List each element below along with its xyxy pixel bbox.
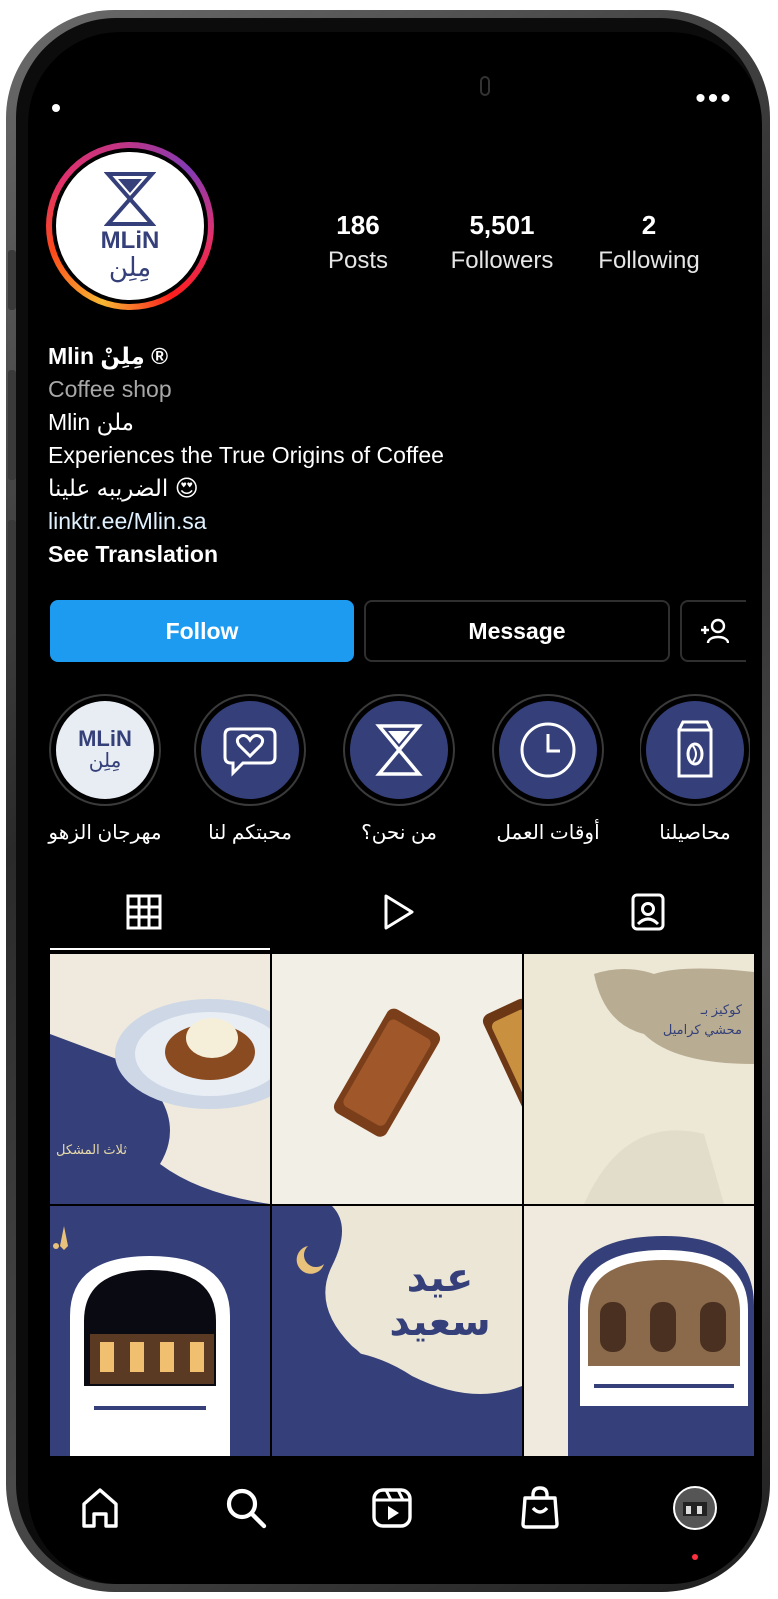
clock-icon bbox=[520, 722, 576, 778]
post-image bbox=[568, 1236, 754, 1456]
message-button[interactable]: Message bbox=[364, 600, 670, 662]
more-options-icon[interactable]: ••• bbox=[694, 84, 734, 124]
registered-badge-icon: ® bbox=[151, 343, 169, 369]
grid-post[interactable] bbox=[524, 1206, 754, 1456]
avatar-brand-en: MLiN bbox=[100, 227, 160, 254]
shopping-bag-icon bbox=[521, 1486, 559, 1529]
profile-link[interactable]: linktr.ee/Mlin.sa bbox=[48, 505, 728, 538]
see-translation-button[interactable]: See Translation bbox=[48, 538, 728, 571]
profile-avatar-icon bbox=[673, 1486, 717, 1530]
highlight-item[interactable]: من نحن؟ bbox=[340, 694, 458, 845]
tab-tagged[interactable] bbox=[628, 892, 668, 932]
follow-button[interactable]: Follow bbox=[50, 600, 354, 662]
heart-chat-icon bbox=[223, 727, 277, 777]
grid-post[interactable] bbox=[50, 1206, 270, 1456]
stat-value: 186 bbox=[336, 210, 380, 240]
tagged-person-icon bbox=[631, 893, 665, 931]
mlin-logo-image: MLiN مِلِن bbox=[56, 701, 154, 799]
bio-line: Mlin ملن bbox=[48, 409, 135, 435]
play-icon bbox=[384, 894, 414, 930]
add-person-icon bbox=[701, 618, 729, 644]
post-overlay-text: ثلاث المشكل bbox=[56, 1142, 127, 1157]
grid-post[interactable]: عيد سعيد bbox=[272, 1206, 522, 1456]
search-icon bbox=[226, 1488, 267, 1529]
stat-following[interactable]: 2 Following bbox=[590, 210, 708, 275]
profile-category: Coffee shop bbox=[48, 376, 172, 402]
side-button bbox=[8, 370, 16, 480]
grid-post[interactable] bbox=[272, 954, 522, 1204]
avatar-brand-ar: مِلِن bbox=[108, 252, 152, 282]
posts-grid: ثلاث المشكل كوكيز بـ محشي كراميل عيد سعي… bbox=[50, 954, 754, 1456]
post-overlay-text: كوكيز بـ محشي كراميل bbox=[662, 1002, 742, 1037]
stat-posts[interactable]: 186 Posts bbox=[318, 210, 398, 275]
avatar-story-ring[interactable]: MLiN مِلِن bbox=[46, 142, 214, 310]
coffee-bag-icon bbox=[677, 720, 713, 778]
hourglass-logo-icon bbox=[375, 724, 423, 776]
highlight-label: مهرجان الزهو bbox=[48, 822, 162, 844]
tab-posts-grid[interactable] bbox=[124, 892, 164, 932]
active-tab-indicator bbox=[50, 948, 270, 950]
nav-profile[interactable] bbox=[671, 1484, 719, 1532]
nav-home[interactable] bbox=[76, 1484, 124, 1532]
reels-icon bbox=[372, 1488, 412, 1528]
highlight-item[interactable]: MLiN مِلِن مهرجان الزهو bbox=[46, 694, 164, 845]
post-image bbox=[53, 1226, 230, 1456]
avatar: MLiN مِلِن bbox=[56, 152, 204, 300]
tab-reels[interactable] bbox=[378, 892, 418, 932]
post-image bbox=[50, 999, 270, 1204]
nav-search[interactable] bbox=[222, 1484, 270, 1532]
suggest-people-button[interactable] bbox=[680, 600, 746, 662]
highlight-item[interactable]: أوقات العمل bbox=[489, 694, 607, 845]
grid-post[interactable]: كوكيز بـ محشي كراميل bbox=[524, 954, 754, 1204]
camera-icon bbox=[480, 76, 490, 96]
highlight-label: من نحن؟ bbox=[361, 822, 437, 844]
profile-bio: Mlin مِلِنْ ® Coffee shop Mlin ملن Exper… bbox=[48, 340, 728, 571]
highlight-label: محبتكم لنا bbox=[208, 822, 292, 844]
bio-line: الضريبه علينا 😍 bbox=[48, 475, 199, 501]
bio-line: Experiences the True Origins of Coffee bbox=[48, 442, 444, 468]
status-dot bbox=[52, 104, 60, 112]
bottom-nav bbox=[28, 1462, 762, 1584]
home-icon bbox=[82, 1488, 118, 1528]
post-overlay-text: عيد سعيد bbox=[389, 1256, 491, 1344]
post-image bbox=[333, 998, 522, 1137]
highlight-item[interactable]: محبتكم لنا bbox=[191, 694, 309, 845]
stat-followers[interactable]: 5,501 Followers bbox=[440, 210, 564, 275]
stat-value: 2 bbox=[641, 210, 657, 240]
post-image bbox=[584, 968, 754, 1204]
profile-name-text: Mlin مِلِنْ bbox=[48, 343, 145, 369]
side-button bbox=[8, 520, 16, 630]
side-button bbox=[8, 250, 16, 310]
notification-dot bbox=[692, 1554, 698, 1560]
highlight-item[interactable]: محاصيلنا bbox=[640, 694, 750, 845]
highlight-label: محاصيلنا bbox=[659, 822, 731, 844]
nav-shop[interactable] bbox=[516, 1484, 564, 1532]
stat-label: Posts bbox=[327, 247, 389, 274]
screen: ••• MLiN مِلِن 186 Posts 5,501 Followers… bbox=[28, 32, 762, 1584]
nav-reels[interactable] bbox=[368, 1484, 416, 1532]
phone-frame: ••• MLiN مِلِن 186 Posts 5,501 Followers… bbox=[6, 10, 770, 1592]
stat-value: 5,501 bbox=[469, 210, 535, 240]
stat-label: Followers bbox=[450, 247, 554, 274]
hourglass-logo-icon bbox=[104, 172, 156, 226]
grid-icon bbox=[126, 894, 162, 930]
highlight-label: أوقات العمل bbox=[496, 822, 600, 844]
profile-name: Mlin مِلِنْ ® bbox=[48, 340, 728, 373]
stat-label: Following bbox=[598, 247, 700, 274]
profile-tabs bbox=[50, 882, 746, 950]
grid-post[interactable]: ثلاث المشكل bbox=[50, 954, 270, 1204]
